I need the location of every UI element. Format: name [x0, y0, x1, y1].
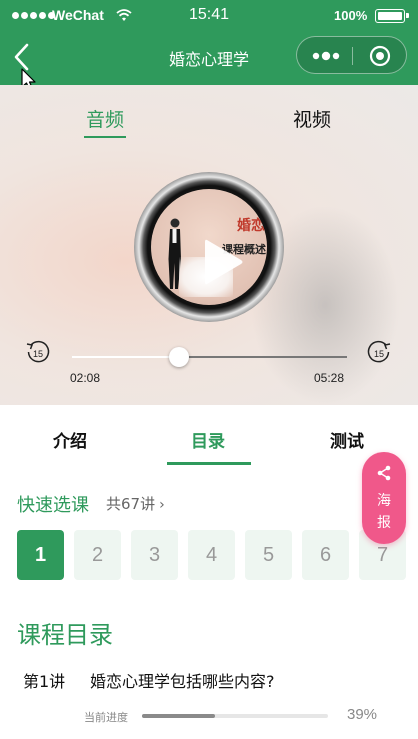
lesson-button-6[interactable]: 6 — [302, 530, 349, 580]
media-tabs: 音频 视频 — [0, 105, 418, 145]
progress-label: 当前进度 — [84, 711, 128, 724]
lesson-button-4[interactable]: 4 — [188, 530, 235, 580]
battery-percent: 100% — [334, 8, 368, 23]
tab-catalog[interactable]: 目录 — [191, 427, 225, 452]
lesson-count: 共67讲 — [106, 495, 156, 513]
forward-label: 15 — [374, 349, 384, 359]
share-icon — [377, 465, 391, 481]
cover-title-text: 婚恋 — [237, 218, 265, 234]
mini-program-capsule — [296, 36, 407, 74]
lesson-title: 婚恋心理学包括哪些内容? — [90, 672, 275, 691]
tab-quiz[interactable]: 测试 — [330, 427, 364, 452]
progress-slider-fill — [72, 356, 180, 358]
content-tabs: 介绍 目录 测试 — [0, 405, 418, 465]
lesson-button-3[interactable]: 3 — [131, 530, 178, 580]
current-time: 02:08 — [70, 371, 101, 385]
top-bar: WeChat 15:41 100% 婚恋心理学 — [0, 0, 418, 85]
lesson-button-2[interactable]: 2 — [74, 530, 121, 580]
lesson-button-1[interactable]: 1 — [17, 530, 64, 580]
capsule-divider — [352, 47, 353, 65]
tab-audio[interactable]: 音频 — [83, 105, 127, 138]
lesson-number: 第1讲 — [23, 672, 66, 691]
battery-icon — [375, 9, 409, 23]
tab-video[interactable]: 视频 — [293, 105, 331, 132]
lesson-button-5[interactable]: 5 — [245, 530, 292, 580]
lesson-selector: 1234567 — [17, 530, 418, 580]
poster-label-1: 海 — [377, 493, 391, 509]
chevron-right-icon: › — [159, 497, 165, 513]
album-cover: 婚恋 课程概述 — [151, 189, 267, 305]
progress-percent: 39% — [347, 706, 378, 723]
rewind-label: 15 — [33, 349, 43, 359]
total-time: 05:28 — [314, 371, 345, 385]
lesson-progress-fill — [142, 714, 215, 718]
album-disc[interactable]: 婚恋 课程概述 — [134, 172, 284, 322]
audio-player: 音频 视频 婚恋 课程概述 15 15 02:08 05:28 — [0, 85, 418, 405]
poster-label-2: 报 — [377, 515, 391, 531]
quick-select-title: 快速选课 — [17, 495, 89, 516]
more-dots-icon[interactable] — [311, 48, 341, 64]
play-icon[interactable] — [201, 236, 245, 288]
lesson-count-link[interactable]: 共67讲 › — [106, 493, 165, 514]
forward-15-icon[interactable]: 15 — [365, 339, 393, 367]
rewind-15-icon[interactable]: 15 — [24, 339, 52, 367]
active-tab-indicator — [167, 462, 251, 465]
course-directory-title: 课程目录 — [17, 621, 113, 649]
poster-button[interactable]: 海 报 — [362, 452, 406, 544]
progress-slider-knob[interactable] — [169, 347, 190, 367]
lesson-progress-bar — [142, 714, 328, 718]
tab-intro[interactable]: 介绍 — [53, 427, 87, 452]
status-bar: WeChat 15:41 100% — [0, 0, 418, 32]
target-close-icon[interactable] — [369, 45, 391, 67]
progress-slider[interactable] — [72, 347, 347, 367]
